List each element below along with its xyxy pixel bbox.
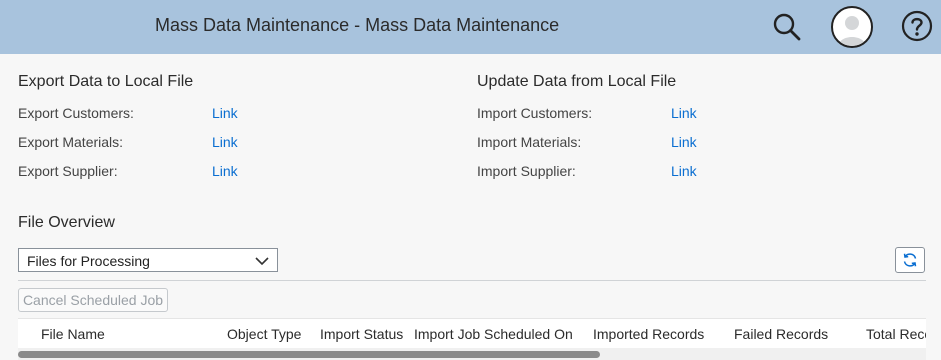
export-materials-link[interactable]: Link xyxy=(212,134,238,150)
search-icon[interactable] xyxy=(772,12,802,42)
import-supplier-link[interactable]: Link xyxy=(671,163,697,179)
refresh-button[interactable] xyxy=(895,247,925,273)
toolbar-divider xyxy=(18,280,926,281)
col-object-type[interactable]: Object Type xyxy=(227,326,301,342)
user-avatar-icon[interactable] xyxy=(831,6,873,48)
col-import-job-scheduled-on[interactable]: Import Job Scheduled On xyxy=(414,326,573,342)
cancel-scheduled-job-button[interactable]: Cancel Scheduled Job xyxy=(18,288,168,312)
horizontal-scrollbar[interactable] xyxy=(18,348,926,360)
chevron-down-icon xyxy=(255,257,269,266)
file-overview-title: File Overview xyxy=(18,214,115,231)
col-total-records[interactable]: Total Records xyxy=(866,326,926,342)
col-failed-records[interactable]: Failed Records xyxy=(734,326,828,342)
import-supplier-label: Import Supplier: xyxy=(477,163,576,179)
table-header: File Name Object Type Import Status Impo… xyxy=(18,318,926,348)
export-supplier-link[interactable]: Link xyxy=(212,163,238,179)
col-file-name[interactable]: File Name xyxy=(41,326,105,342)
import-section-title: Update Data from Local File xyxy=(477,73,677,90)
import-materials-link[interactable]: Link xyxy=(671,134,697,150)
col-import-status[interactable]: Import Status xyxy=(320,326,403,342)
file-filter-select[interactable]: Files for Processing xyxy=(18,248,278,272)
export-customers-label: Export Customers: xyxy=(18,105,134,121)
shell-bar: Mass Data Maintenance - Mass Data Mainte… xyxy=(0,0,941,54)
import-materials-label: Import Materials: xyxy=(477,134,582,150)
scrollbar-thumb[interactable] xyxy=(18,351,600,358)
app-title: Mass Data Maintenance - Mass Data Mainte… xyxy=(155,15,560,35)
col-imported-records[interactable]: Imported Records xyxy=(593,326,704,342)
file-filter-value: Files for Processing xyxy=(27,253,150,269)
export-customers-link[interactable]: Link xyxy=(212,105,238,121)
export-section-title: Export Data to Local File xyxy=(18,73,194,90)
import-customers-label: Import Customers: xyxy=(477,105,593,121)
refresh-icon xyxy=(903,253,917,267)
export-supplier-label: Export Supplier: xyxy=(18,163,118,179)
export-materials-label: Export Materials: xyxy=(18,134,124,150)
help-icon[interactable] xyxy=(901,10,933,42)
import-customers-link[interactable]: Link xyxy=(671,105,697,121)
